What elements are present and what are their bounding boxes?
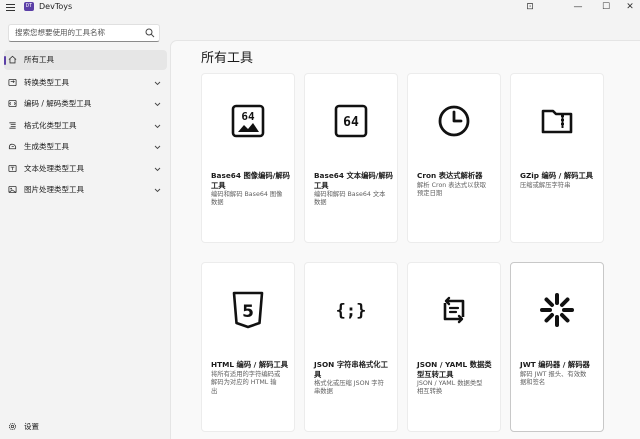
title-bar: DT DevToys ⊡ — ☐ ✕ xyxy=(0,0,640,14)
card-description: 编码和解码 Base64 文本 数据 xyxy=(314,191,386,207)
tool-card-html[interactable]: 5 HTML 编码 / 解码工具 将所有适用的字符编码或 解码为对应的 HTML … xyxy=(201,262,295,432)
clock-icon xyxy=(438,105,470,137)
app-logo: DT xyxy=(24,2,34,11)
sidebar-item-label: 转换类型工具 xyxy=(24,78,69,87)
search-placeholder: 搜索您想要使用的工具名称 xyxy=(15,28,105,37)
maximize-button[interactable]: ☐ xyxy=(594,0,618,14)
sidebar-item-encoders[interactable]: 编码 / 解码类型工具 xyxy=(4,94,167,114)
card-description: 将所有适用的字符编码或 解码为对应的 HTML 输出 xyxy=(211,371,281,395)
sidebar-item-label: 格式化类型工具 xyxy=(24,121,77,130)
base64-glyph: 64 xyxy=(343,115,359,130)
sidebar-item-label: 文本处理类型工具 xyxy=(24,164,84,173)
card-description: 格式化或压缩 JSON 字符 串数据 xyxy=(314,380,384,396)
sidebar-item-text[interactable]: 文本处理类型工具 xyxy=(4,159,167,179)
card-title: GZip 编码 / 解码工具 xyxy=(520,171,594,180)
tool-card-cron-parser[interactable]: Cron 表达式解析器 解析 Cron 表达式以获取 预定日期 xyxy=(407,73,501,243)
sidebar-item-all-tools[interactable]: 所有工具 xyxy=(4,50,167,70)
sidebar-item-formatters[interactable]: 格式化类型工具 xyxy=(4,116,167,136)
sidebar-item-converters[interactable]: 转换类型工具 xyxy=(4,73,167,93)
sidebar-item-graphic[interactable]: 图片处理类型工具 xyxy=(4,180,167,200)
search-input[interactable]: 搜索您想要使用的工具名称 xyxy=(8,24,160,42)
main-content: 所有工具 64 Base64 图像编码/解码 工具 编码和解码 Base64 图像… xyxy=(170,40,640,439)
tool-card-jwt[interactable]: JWT 编码器 / 解码器 解码 JWT 报头、有效数 据和签名 xyxy=(510,262,604,432)
tool-card-base64-text[interactable]: 64 Base64 文本编码/解码 工具 编码和解码 Base64 文本 数据 xyxy=(304,73,398,243)
base64-text-icon: 64 xyxy=(334,104,368,138)
tool-card-gzip[interactable]: GZip 编码 / 解码工具 压缩或解压字符串 xyxy=(510,73,604,243)
tool-card-base64-image[interactable]: 64 Base64 图像编码/解码 工具 编码和解码 Base64 图像 数据 xyxy=(201,73,295,243)
card-title: JSON 字符串格式化工具 xyxy=(314,360,388,379)
chevron-down-icon[interactable] xyxy=(154,144,161,150)
chevron-down-icon[interactable] xyxy=(154,187,161,193)
card-title: Base64 文本编码/解码 工具 xyxy=(314,171,393,190)
format-icon xyxy=(9,122,16,129)
compact-overlay-button[interactable]: ⊡ xyxy=(518,0,542,14)
sidebar-item-label: 生成类型工具 xyxy=(24,142,69,151)
json-glyph: {;} xyxy=(336,301,367,321)
gzip-icon xyxy=(541,109,573,134)
tool-card-json-yaml[interactable]: JSON / YAML 数据类 型互转工具 JSON / YAML 数据类型 相互转… xyxy=(407,262,501,432)
card-description: 解析 Cron 表达式以获取 预定日期 xyxy=(417,182,487,198)
sidebar-item-settings[interactable]: 设置 xyxy=(4,417,167,437)
gear-icon xyxy=(8,422,17,431)
card-description: JSON / YAML 数据类型 相互转换 xyxy=(417,380,483,396)
app-title: DevToys xyxy=(39,2,73,11)
home-icon xyxy=(8,55,17,64)
jwt-icon xyxy=(540,293,574,327)
text-icon xyxy=(8,164,17,173)
minimize-button[interactable]: — xyxy=(566,0,590,14)
chevron-down-icon[interactable] xyxy=(154,123,161,129)
convert-icon xyxy=(8,78,17,87)
menu-icon[interactable] xyxy=(6,1,18,13)
card-title: JWT 编码器 / 解码器 xyxy=(520,360,590,369)
selection-indicator xyxy=(4,56,6,65)
sidebar-item-label: 所有工具 xyxy=(24,55,54,64)
encode-icon xyxy=(8,99,17,108)
close-button[interactable]: ✕ xyxy=(618,0,640,14)
chevron-down-icon[interactable] xyxy=(154,80,161,86)
chevron-down-icon[interactable] xyxy=(154,166,161,172)
sidebar-item-generators[interactable]: 生成类型工具 xyxy=(4,137,167,157)
card-description: 编码和解码 Base64 图像 数据 xyxy=(211,191,283,207)
card-title: Base64 图像编码/解码 工具 xyxy=(211,171,290,190)
html5-icon: 5 xyxy=(232,291,264,329)
card-title: JSON / YAML 数据类 型互转工具 xyxy=(417,360,492,379)
card-title: HTML 编码 / 解码工具 xyxy=(211,360,289,369)
sidebar-item-label: 编码 / 解码类型工具 xyxy=(24,99,92,108)
search-icon[interactable] xyxy=(145,28,155,38)
base64-glyph: 64 xyxy=(241,110,255,123)
sidebar-item-label: 设置 xyxy=(24,422,39,431)
sidebar-item-label: 图片处理类型工具 xyxy=(24,185,84,194)
base64-image-icon: 64 xyxy=(231,104,265,138)
image-icon xyxy=(8,185,17,194)
card-title: Cron 表达式解析器 xyxy=(417,171,483,180)
chevron-down-icon[interactable] xyxy=(154,101,161,107)
json-icon: {;} xyxy=(336,301,367,321)
sidebar: 搜索您想要使用的工具名称 所有工具 转换类型工具 编码 / 解码类型工具 格式化… xyxy=(0,14,170,439)
card-description: 解码 JWT 报头、有效数 据和签名 xyxy=(520,371,587,387)
generate-icon xyxy=(8,143,17,150)
tool-card-json-formatter[interactable]: {;} JSON 字符串格式化工具 格式化或压缩 JSON 字符 串数据 xyxy=(304,262,398,432)
page-title: 所有工具 xyxy=(201,51,254,66)
html5-glyph: 5 xyxy=(242,302,254,322)
swap-icon xyxy=(443,296,465,324)
card-description: 压缩或解压字符串 xyxy=(520,182,571,189)
